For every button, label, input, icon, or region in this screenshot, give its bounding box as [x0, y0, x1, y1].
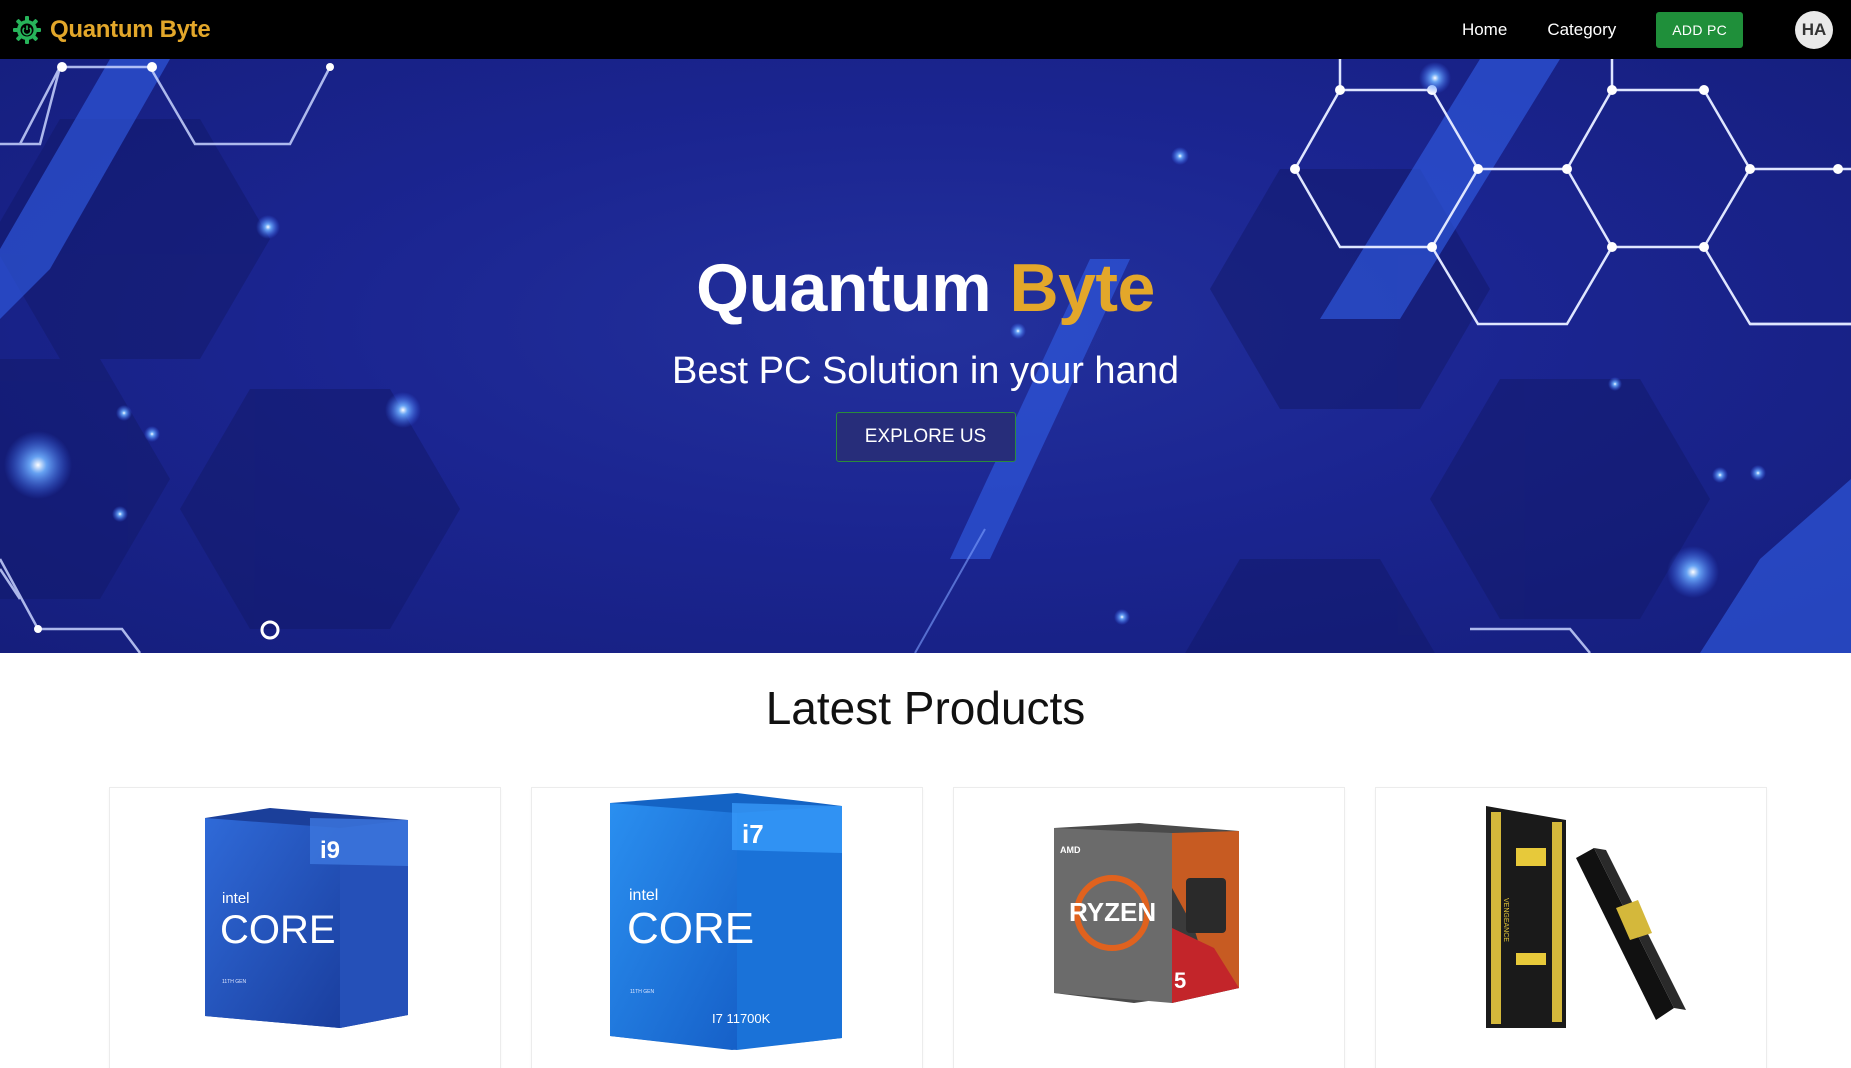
nav-category-link[interactable]: Category — [1547, 20, 1616, 40]
product-badge: i9 — [320, 837, 340, 864]
intel-core-i7-box-image: i7 intel CORE 11TH GEN I7 11700K — [610, 793, 842, 1050]
explore-us-button[interactable]: EXPLORE US — [835, 412, 1016, 462]
hero-banner: Quantum Byte Best PC Solution in your ha… — [0, 59, 1851, 653]
nav-home-link[interactable]: Home — [1462, 20, 1507, 40]
product-gen: 11TH GEN — [630, 989, 654, 995]
hero-subtitle: Best PC Solution in your hand — [672, 350, 1179, 392]
product-brand: intel — [222, 890, 250, 907]
corsair-vengeance-ram-image: VENGEANCE — [1486, 806, 1686, 1028]
brand-name: Quantum Byte — [50, 15, 211, 43]
hero-title: Quantum Byte — [696, 254, 1155, 322]
amd-ryzen-5-box-image: AMD RYZEN 5 — [1054, 823, 1239, 1003]
hero-title-main: Quantum — [696, 250, 992, 326]
product-line: RYZEN — [1069, 897, 1156, 927]
product-line: VENGEANCE — [1502, 898, 1509, 942]
product-badge: AMD — [1060, 845, 1081, 855]
gear-power-icon — [13, 15, 41, 44]
product-tier: 5 — [1174, 968, 1186, 993]
product-card[interactable]: i7 intel CORE 11TH GEN I7 11700K — [532, 788, 922, 1068]
product-badge: i7 — [742, 819, 764, 849]
user-avatar[interactable]: HA — [1795, 10, 1833, 49]
add-pc-button[interactable]: ADD PC — [1656, 11, 1743, 48]
intel-core-i9-box-image: i9 intel CORE 11TH GEN — [205, 808, 408, 1028]
latest-products-heading: Latest Products — [765, 682, 1086, 734]
hero-title-accent: Byte — [1009, 250, 1155, 326]
top-navbar: Quantum Byte Home Category ADD PC HA — [0, 0, 1851, 59]
product-brand: intel — [629, 887, 658, 904]
product-card[interactable]: AMD RYZEN 5 — [954, 788, 1344, 1068]
product-line: CORE — [627, 904, 754, 953]
product-card[interactable]: i9 intel CORE 11TH GEN — [110, 788, 500, 1068]
product-model: I7 11700K — [712, 1011, 771, 1026]
product-card[interactable]: VENGEANCE — [1376, 788, 1766, 1068]
product-gen: 11TH GEN — [222, 979, 246, 985]
brand[interactable]: Quantum Byte — [12, 15, 211, 45]
product-line: CORE — [220, 908, 336, 952]
